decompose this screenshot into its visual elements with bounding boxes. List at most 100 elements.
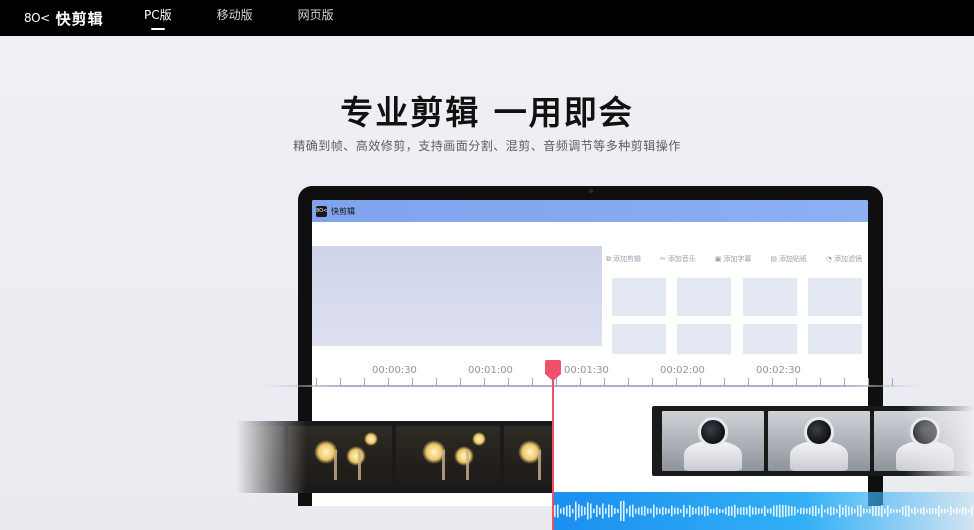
media-thumbnail[interactable] [677,278,732,316]
waveform-bar [914,507,916,515]
waveform-bar [800,507,802,515]
tab-mobile[interactable]: 移动版 [217,0,253,36]
waveform-bar [941,508,943,514]
timeline-tick [580,378,581,386]
playhead-handle[interactable] [545,360,561,381]
waveform-bar [596,505,598,517]
waveform-bar [794,506,796,516]
waveform-bar [740,507,742,515]
waveform-bar [695,508,697,514]
media-thumbnail[interactable] [612,324,666,354]
waveform-bar [767,508,769,514]
waveform-bar [773,505,775,517]
filter-icon: ◔ [825,255,832,263]
waveform-bar [956,507,958,515]
subtitle-icon: ▣ [714,255,722,263]
waveform-bar [650,508,652,514]
waveform-bar [704,505,706,517]
waveform-bar [593,508,595,514]
tool-add-clip[interactable]: ⧉ 添加剪辑 [606,254,641,264]
waveform-bar [683,504,685,518]
waveform-bar [737,507,739,515]
waveform-bar [710,508,712,514]
scissors-icon: ✂ [659,255,666,263]
waveform-bar [884,508,886,514]
brand[interactable]: 8O< 快剪辑 [24,8,134,29]
waveform-bar [947,509,949,513]
tool-add-subtitle[interactable]: ▣ 添加字幕 [715,254,752,264]
video-frame [768,411,870,471]
waveform-bar [659,508,661,514]
tool-label: 添加剪辑 [613,255,641,263]
brand-name: 快剪辑 [55,9,104,28]
waveform-bar [713,508,715,514]
timeline-tick [436,378,437,386]
waveform-bar [944,508,946,514]
waveform-bar [839,504,841,518]
media-thumbnail[interactable] [807,324,862,354]
timeline-tick [676,378,677,386]
media-thumbnail[interactable] [807,278,862,316]
waveform-bar [911,508,913,514]
media-thumbnail[interactable] [612,278,666,316]
video-frame [504,426,552,488]
waveform-bar [782,504,784,518]
waveform-bar [632,504,634,518]
waveform-bar [902,506,904,516]
waveform-bar [761,508,763,514]
waveform-bar [908,505,910,517]
waveform-bar [590,503,592,519]
media-thumbnail[interactable] [742,278,797,316]
media-grid [612,278,862,362]
waveform-bar [662,506,664,516]
waveform-bar [776,505,778,517]
waveform-bar [575,501,577,521]
waveform-bar [617,509,619,513]
waveform-bar [869,508,871,514]
tool-add-filter[interactable]: ◔ 添加滤镜 [826,254,862,264]
waveform-bar [809,507,811,515]
waveform-bar [566,505,568,517]
waveform-bar [881,505,883,517]
waveform-bar [779,504,781,518]
waveform-bar [860,505,862,517]
waveform-bar [770,508,772,514]
waveform-bar [827,507,829,515]
timeline-tick [364,378,365,386]
tab-pc[interactable]: PC版 [144,0,172,36]
timeline-ruler[interactable] [262,385,922,387]
media-thumbnail[interactable] [677,324,732,354]
tool-add-sticker[interactable]: ▤ 添加贴纸 [770,254,807,264]
fade-overlay [236,421,306,493]
timeline-tick [388,378,389,386]
waveform-bar [722,509,724,513]
timeline-tick [532,378,533,386]
tab-web[interactable]: 网页版 [298,0,334,36]
waveform-bar [668,508,670,514]
waveform-bar [569,504,571,518]
waveform-bar [968,509,970,513]
tool-label: 添加贴纸 [778,255,807,263]
waveform-bar [755,507,757,515]
waveform-bar [788,505,790,517]
waveform-bar [890,508,892,514]
timeline-tick [772,378,773,386]
waveform-bar [560,508,562,514]
media-thumbnail[interactable] [742,324,797,354]
video-frame [396,426,500,488]
waveform-bar [872,505,874,517]
sticker-icon: ▤ [770,255,777,263]
app-title-bar: 8O< 快剪辑 [312,200,868,222]
waveform-bar [635,508,637,514]
waveform-bar [896,509,898,513]
waveform-bar [641,506,643,516]
waveform-bar [653,504,655,518]
timeline-tick [508,378,509,386]
camera-notch [557,186,625,198]
tool-add-music[interactable]: ✂ 添加音乐 [660,254,696,264]
audio-waveform-track[interactable] [552,492,974,530]
waveform-bar [677,507,679,515]
waveform-bar [572,508,574,514]
waveform-bar [893,509,895,513]
playhead-line[interactable] [552,372,554,530]
